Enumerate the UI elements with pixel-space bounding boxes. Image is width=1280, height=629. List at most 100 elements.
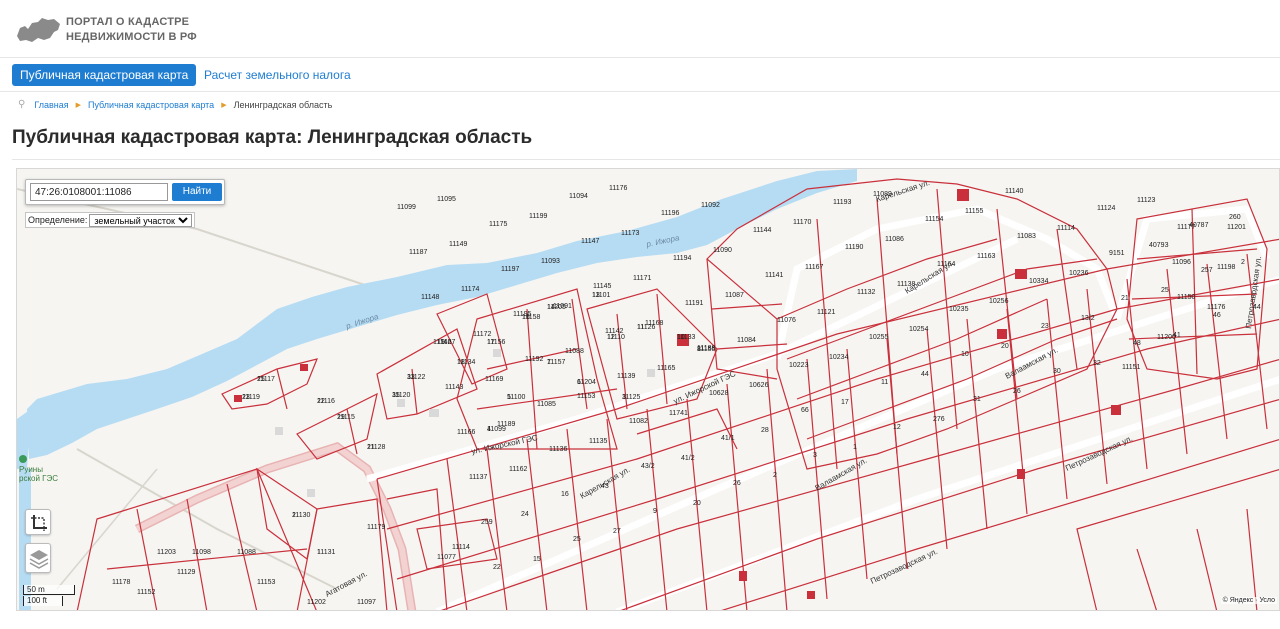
parcel-number-label[interactable]: 257: [1201, 267, 1213, 274]
parcel-number-label[interactable]: 11176: [1207, 304, 1226, 311]
parcel-number-label[interactable]: 11151: [1122, 364, 1141, 371]
parcel-number-label[interactable]: 1: [853, 444, 857, 451]
parcel-number-label[interactable]: 11149: [449, 241, 468, 248]
parcel-number-label[interactable]: 11155: [965, 208, 984, 215]
map-canvas[interactable]: р. Ижора р. Ижора Карельская ул. Карельс…: [17, 169, 1280, 611]
parcel-number-label[interactable]: 11147: [581, 238, 600, 245]
parcel-number-label[interactable]: 10626: [749, 382, 769, 389]
parcel-number-label[interactable]: 11202: [307, 599, 326, 606]
parcel-number-label[interactable]: 11162: [509, 466, 528, 473]
parcel-number-label[interactable]: 31: [973, 396, 981, 403]
breadcrumb-home[interactable]: Главная: [34, 100, 68, 110]
parcel-number-label[interactable]: 6: [577, 379, 581, 386]
parcel-number-label[interactable]: 11: [881, 379, 888, 386]
parcel-number-label[interactable]: 11150: [1177, 294, 1196, 301]
parcel-number-label[interactable]: 48: [1133, 340, 1141, 347]
parcel-number-label[interactable]: 11191: [685, 300, 704, 307]
parcel-number-label[interactable]: 11098: [192, 549, 211, 556]
parcel-number-label[interactable]: 2: [1241, 259, 1245, 266]
parcel-number-label[interactable]: 11176: [609, 185, 628, 192]
parcel-number-label[interactable]: 7: [547, 359, 551, 366]
parcel-number-label[interactable]: 11088: [565, 348, 584, 355]
parcel-number-label[interactable]: 11173: [621, 230, 640, 237]
parcel-number-label[interactable]: 1: [317, 549, 321, 556]
parcel-number-label[interactable]: 11123: [1137, 197, 1156, 204]
definition-select[interactable]: земельный участок: [89, 213, 193, 227]
parcel-number-label[interactable]: 11187: [409, 249, 428, 256]
parcel-number-label[interactable]: 30: [1053, 368, 1061, 375]
parcel-number-label[interactable]: 11192: [525, 356, 544, 363]
parcel-number-label[interactable]: 5: [507, 394, 511, 401]
map-attribution[interactable]: © Яндекс · Усло: [1220, 597, 1277, 604]
parcel-number-label[interactable]: 33: [407, 374, 415, 381]
parcel-number-label[interactable]: 11099: [397, 204, 416, 211]
parcel-number-label[interactable]: 20: [693, 500, 701, 507]
parcel-number-label[interactable]: 11199: [529, 213, 548, 220]
parcel-number-label[interactable]: 25: [1161, 287, 1169, 294]
parcel-number-label[interactable]: 11170: [793, 219, 812, 226]
parcel-number-label[interactable]: 4: [487, 426, 491, 433]
parcel-number-label[interactable]: 11201: [1227, 224, 1246, 231]
parcel-number-label[interactable]: 44: [1253, 304, 1261, 311]
parcel-number-label[interactable]: 19: [437, 339, 445, 346]
parcel-number-label[interactable]: 11138: [897, 281, 916, 288]
parcel-number-label[interactable]: 11089: [873, 191, 892, 198]
parcel-number-label[interactable]: 3: [622, 394, 626, 401]
parcel-number-label[interactable]: 11189: [497, 421, 516, 428]
tab-public-cadastral-map[interactable]: Публичная кадастровая карта: [12, 64, 197, 86]
parcel-number-label[interactable]: 11144: [753, 227, 772, 234]
layers-button[interactable]: [25, 543, 51, 573]
parcel-number-label[interactable]: 11095: [437, 196, 456, 203]
parcel-number-label[interactable]: 11140: [1005, 188, 1024, 195]
parcel-number-label[interactable]: 18: [457, 359, 465, 366]
parcel-number-label[interactable]: 11124: [1097, 205, 1116, 212]
parcel-number-label[interactable]: 11129: [177, 569, 196, 576]
parcel-number-label[interactable]: 11136: [549, 446, 568, 453]
parcel-number-label[interactable]: 2: [773, 472, 777, 479]
parcel-number-label[interactable]: 14: [547, 304, 555, 311]
parcel-number-label[interactable]: 11083: [1017, 233, 1036, 240]
parcel-number-label[interactable]: 11167: [805, 264, 824, 271]
parcel-number-label[interactable]: 11152: [137, 589, 156, 596]
parcel-number-label[interactable]: 11148: [421, 294, 440, 301]
parcel-number-label[interactable]: 11194: [673, 255, 692, 262]
parcel-number-label[interactable]: 10628: [709, 390, 729, 397]
parcel-number-label[interactable]: 9151: [1109, 250, 1125, 257]
parcel-number-label[interactable]: 21: [367, 444, 375, 451]
parcel-number-label[interactable]: 11076: [777, 317, 796, 324]
parcel-number-label[interactable]: 260: [1229, 214, 1241, 221]
parcel-number-label[interactable]: 11193: [833, 199, 852, 206]
poi-ruins[interactable]: Руины рской ГЭС: [19, 455, 58, 483]
parcel-number-label[interactable]: 10254: [909, 326, 929, 333]
parcel-number-label[interactable]: 11132: [857, 289, 876, 296]
parcel-number-label[interactable]: 11097: [357, 599, 376, 606]
parcel-number-label[interactable]: 44: [921, 371, 929, 378]
parcel-number-label[interactable]: 25: [573, 536, 581, 543]
parcel-number-label[interactable]: 11082: [629, 418, 648, 425]
parcel-number-label[interactable]: 11087: [725, 292, 744, 299]
parcel-number-label[interactable]: 11088: [237, 549, 256, 556]
parcel-number-label[interactable]: 11741: [669, 410, 688, 417]
parcel-number-label[interactable]: 27: [613, 528, 621, 535]
parcel-number-label[interactable]: 11169: [485, 376, 504, 383]
parcel-number-label[interactable]: 11203: [157, 549, 176, 556]
parcel-number-label[interactable]: 11175: [489, 221, 508, 228]
parcel-number-label[interactable]: 11197: [501, 266, 520, 273]
parcel-number-label[interactable]: 11085: [537, 401, 556, 408]
parcel-number-label[interactable]: 16: [522, 314, 530, 321]
parcel-number-label[interactable]: 11168: [645, 320, 664, 327]
parcel-number-label[interactable]: 24: [521, 511, 529, 518]
parcel-number-label[interactable]: 11153: [577, 393, 596, 400]
parcel-number-label[interactable]: 11141: [765, 272, 784, 279]
parcel-number-label[interactable]: 11163: [977, 253, 996, 260]
parcel-number-label[interactable]: 10: [961, 351, 969, 358]
parcel-number-label[interactable]: 32: [1093, 360, 1101, 367]
parcel-number-label[interactable]: 11114: [1057, 225, 1075, 232]
cadastral-number-input[interactable]: [30, 183, 168, 201]
parcel-number-label[interactable]: 11084: [737, 337, 756, 344]
tab-land-tax-calculation[interactable]: Расчет земельного налога: [196, 64, 359, 86]
parcel-number-label[interactable]: 9: [653, 508, 657, 515]
parcel-number-label[interactable]: 11178: [112, 579, 131, 586]
parcel-number-label[interactable]: 259: [481, 519, 493, 526]
parcel-number-label[interactable]: 11198: [1217, 264, 1236, 271]
